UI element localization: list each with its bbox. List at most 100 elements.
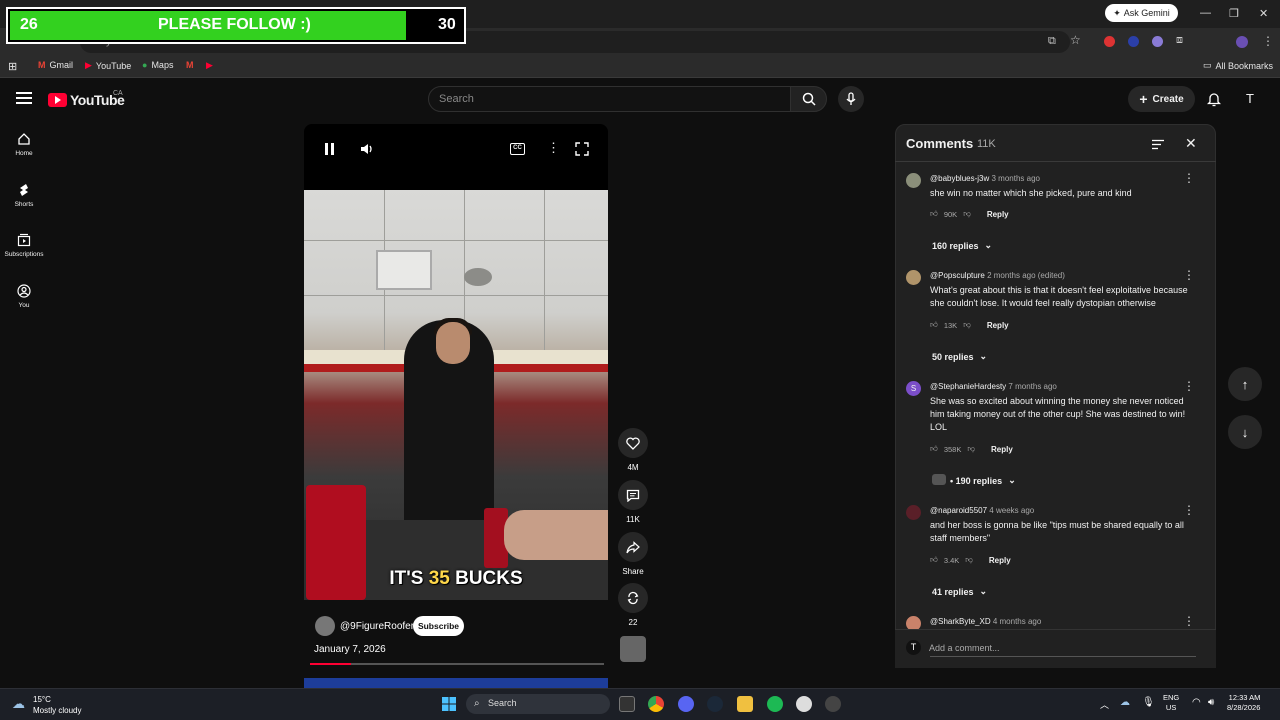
account-avatar[interactable]: T (1246, 91, 1254, 106)
bookmark-youtube[interactable]: ▶ YouTube (85, 60, 131, 71)
comment-menu-icon[interactable]: ⋮ (1183, 268, 1195, 282)
thumbs-up-icon[interactable]: 👍︎ (930, 320, 938, 330)
steam-icon[interactable] (707, 696, 723, 712)
obs-icon[interactable] (796, 696, 812, 712)
browser-menu-icon[interactable]: ⋮ (1262, 34, 1274, 48)
captions-button[interactable]: CC (510, 143, 525, 155)
thumbs-down-icon[interactable]: 👎︎ (963, 209, 971, 219)
comment-menu-icon[interactable]: ⋮ (1183, 171, 1195, 185)
extensions-puzzle-icon[interactable]: ⧈ (1176, 34, 1183, 47)
view-replies-button[interactable]: 160 replies ⌄ (932, 240, 992, 251)
comment-author-line[interactable]: @naparoid5507 4 weeks ago (930, 506, 1034, 515)
tray-overflow-icon[interactable]: ︿ (1100, 698, 1109, 711)
minimize-button[interactable]: — (1200, 7, 1211, 19)
language-indicator[interactable]: ENG US (1163, 693, 1179, 713)
bookmark-star-icon[interactable]: ☆ (1070, 33, 1081, 47)
share-button[interactable]: Share (618, 532, 648, 576)
clock[interactable]: 12:33 AM 8/28/2026 (1227, 693, 1260, 713)
windows-start-icon[interactable] (442, 697, 456, 716)
taskbar-search[interactable]: Search (466, 694, 610, 714)
notifications-bell-icon[interactable] (1206, 91, 1222, 112)
remix-button[interactable]: 22 (618, 583, 648, 627)
comment-author-line[interactable]: @Popsculpture 2 months ago (edited) (930, 271, 1065, 280)
bookmark-maps[interactable]: ● Maps (142, 60, 173, 70)
sort-icon[interactable] (1151, 137, 1165, 155)
create-button[interactable]: + Create (1128, 86, 1195, 112)
comment-author-line[interactable]: @SharkByte_XD 4 months ago (930, 617, 1041, 626)
thumbs-up-icon[interactable]: 👍︎ (930, 209, 938, 219)
ask-gemini-button[interactable]: ✦ Ask Gemini (1105, 4, 1178, 22)
reply-button[interactable]: Reply (987, 210, 1009, 219)
hamburger-menu-icon[interactable] (16, 92, 32, 104)
comments-button[interactable]: 11K (618, 480, 648, 524)
add-comment-field[interactable]: T Add a comment... (906, 640, 1196, 657)
shorts-video-player[interactable]: IT'S 35 BUCKS CC ⋮ (304, 124, 608, 600)
commenter-avatar[interactable] (906, 270, 921, 285)
close-comments-icon[interactable]: ✕ (1185, 135, 1197, 152)
commenter-avatar[interactable]: S (906, 381, 921, 396)
reply-button[interactable]: Reply (987, 321, 1009, 330)
sidebar-item-home[interactable]: Home (0, 132, 48, 157)
sidebar-item-subscriptions[interactable]: Subscriptions (0, 233, 48, 258)
sound-thumbnail[interactable] (620, 636, 646, 662)
discord-icon[interactable] (678, 696, 694, 712)
apps-grid-icon[interactable]: ⊞ (8, 60, 17, 73)
extension-icon[interactable] (1128, 36, 1139, 47)
onedrive-icon[interactable]: ☁ (1120, 697, 1130, 708)
search-input[interactable]: Search (428, 86, 791, 112)
comment-menu-icon[interactable]: ⋮ (1183, 503, 1195, 517)
bookmark-gmail-2[interactable]: M (186, 60, 194, 70)
commenter-avatar[interactable] (906, 173, 921, 188)
close-window-button[interactable]: ✕ (1259, 7, 1268, 20)
extension-icon[interactable] (1152, 36, 1163, 47)
wifi-icon[interactable]: ◠ (1192, 697, 1201, 708)
volume-button[interactable] (360, 142, 374, 161)
comment-author-line[interactable]: @babyblues-j3w 3 months ago (930, 174, 1040, 183)
view-replies-button[interactable]: • 190 replies ⌄ (950, 475, 1016, 486)
thumbs-up-icon[interactable]: 👍︎ (930, 444, 938, 454)
comment-menu-icon[interactable]: ⋮ (1183, 614, 1195, 628)
comment-menu-icon[interactable]: ⋮ (1183, 379, 1195, 393)
next-short-preview[interactable] (304, 678, 608, 688)
spotify-icon[interactable] (767, 696, 783, 712)
all-bookmarks[interactable]: ▭ All Bookmarks (1203, 60, 1273, 71)
extension-icon[interactable] (1104, 36, 1115, 47)
pause-button[interactable] (324, 142, 336, 161)
app-icon[interactable] (825, 696, 841, 712)
view-replies-button[interactable]: 41 replies ⌄ (932, 586, 987, 597)
search-button[interactable] (790, 86, 827, 112)
comment-author-line[interactable]: @StephanieHardesty 7 months ago (930, 382, 1057, 391)
microphone-tray-icon[interactable]: 🎙︎ (1142, 697, 1155, 708)
sidebar-item-shorts[interactable]: Shorts (0, 183, 48, 208)
bookmark-youtube-2[interactable]: ▶ (206, 60, 213, 71)
thumbs-up-icon[interactable]: 👍︎ (930, 555, 938, 565)
voice-search-button[interactable] (838, 86, 864, 112)
bookmark-gmail[interactable]: M Gmail (38, 60, 73, 70)
more-options-icon[interactable]: ⋮ (547, 140, 560, 156)
thumbs-down-icon[interactable]: 👎︎ (963, 320, 971, 330)
fullscreen-button[interactable] (575, 142, 589, 161)
thumbs-down-icon[interactable]: 👎︎ (967, 444, 975, 454)
cast-icon[interactable]: ⧉ (1048, 35, 1056, 48)
channel-name[interactable]: @9FigureRoofer (340, 621, 414, 632)
file-explorer-icon[interactable] (737, 696, 753, 712)
reply-button[interactable]: Reply (991, 445, 1013, 454)
view-replies-button[interactable]: 50 replies ⌄ (932, 351, 987, 362)
channel-avatar[interactable] (315, 616, 335, 636)
sidebar-item-you[interactable]: You (0, 284, 48, 309)
weather-widget[interactable]: 15°C Mostly cloudy (33, 694, 81, 716)
next-short-button[interactable]: ↓ (1228, 415, 1262, 449)
commenter-avatar[interactable] (906, 505, 921, 520)
reply-button[interactable]: Reply (989, 556, 1011, 565)
task-view-icon[interactable] (619, 696, 635, 712)
profile-avatar[interactable] (1236, 36, 1248, 48)
maximize-button[interactable]: ❐ (1229, 7, 1239, 20)
previous-short-button[interactable]: ↑ (1228, 367, 1262, 401)
comment-text: She was so excited about winning the mon… (930, 396, 1186, 432)
subscribe-button[interactable]: Subscribe (413, 616, 464, 636)
like-button[interactable]: 4M (618, 428, 648, 472)
thumbs-down-icon[interactable]: 👎︎ (965, 555, 973, 565)
video-progress-bar[interactable] (310, 663, 604, 665)
volume-tray-icon[interactable]: 🔊︎ (1208, 697, 1214, 708)
chrome-icon[interactable] (648, 696, 664, 712)
